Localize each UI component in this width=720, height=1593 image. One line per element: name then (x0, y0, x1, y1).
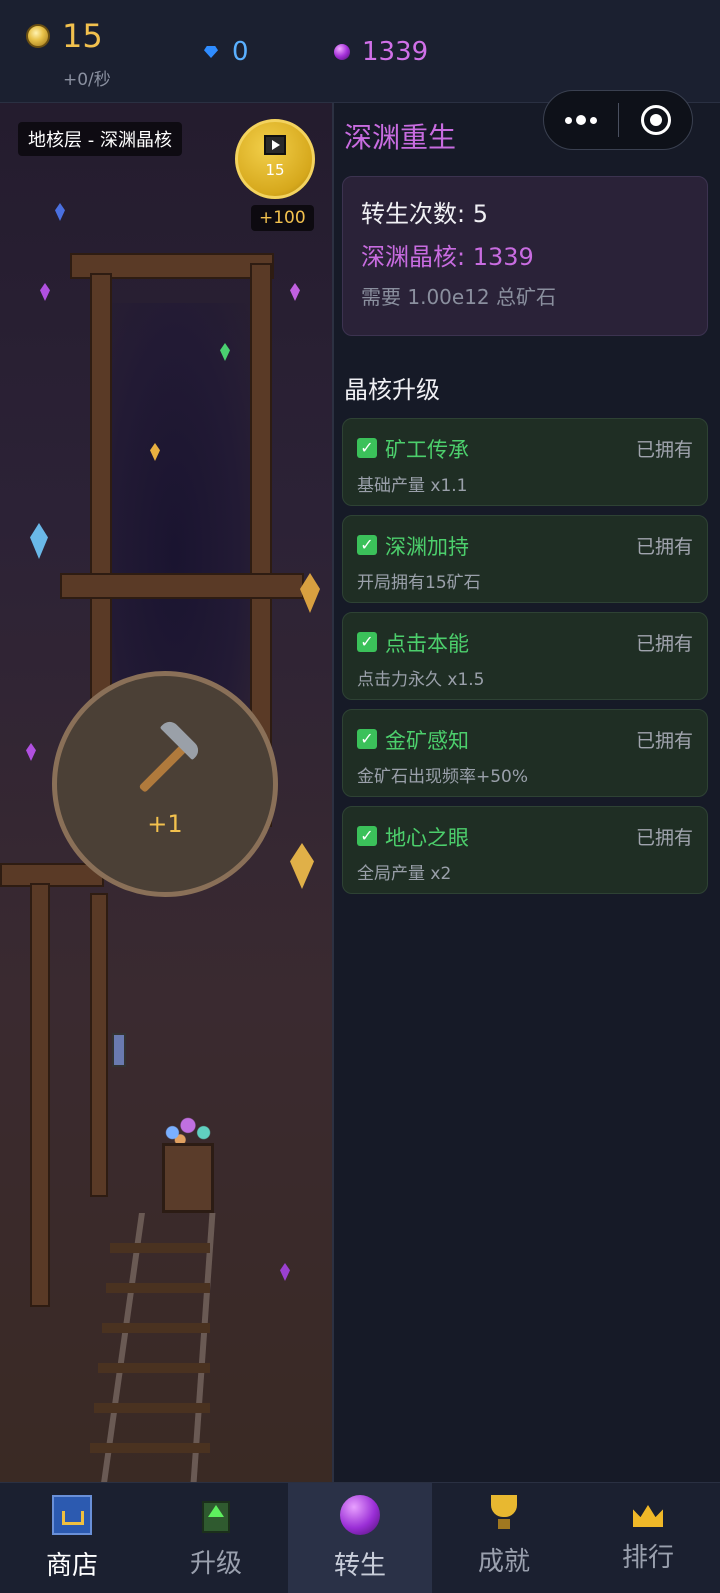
upgrade-name: 点击本能 (385, 632, 469, 656)
rail-tie (110, 1243, 210, 1253)
rebirth-card: 转生次数: 5 深渊晶核: 1339 需要 1.00e12 总矿石 (342, 176, 708, 336)
abyss-core-total: 深渊晶核: 1339 (361, 243, 534, 271)
rail-tie (90, 1443, 210, 1453)
gold-value: 15 (62, 17, 103, 55)
rebirth-count: 转生次数: 5 (361, 200, 488, 228)
crystal-gold (290, 843, 314, 889)
checkmark-icon: ✓ (357, 826, 377, 846)
tap-gain: +1 (147, 810, 183, 838)
upgrade-card[interactable]: ✓ 地心之眼 已拥有 全局产量 x2 (342, 806, 708, 894)
mine-tap-button[interactable]: +1 (52, 671, 278, 897)
tab-shop[interactable]: 商店 (0, 1483, 144, 1593)
rebirth-requirement: 需要 1.00e12 总矿石 (361, 285, 556, 309)
rail-tie (102, 1323, 210, 1333)
gem-counter: 0 (204, 37, 249, 67)
gold-ore-icon (26, 24, 50, 48)
rail-tie (94, 1403, 210, 1413)
upgrade-status: 已拥有 (635, 827, 693, 849)
gold-counter: 15 (26, 18, 103, 54)
resource-bar: 15 +0/秒 0 1339 (0, 0, 720, 103)
upgrade-name: 矿工传承 (385, 438, 469, 462)
upgrade-status: 已拥有 (635, 633, 693, 655)
more-menu-button[interactable] (544, 91, 618, 149)
upgrade-card[interactable]: ✓ 金矿感知 已拥有 金矿石出现频率+50% (342, 709, 708, 797)
target-circle-icon (640, 105, 671, 135)
crystal-purple (26, 743, 36, 761)
trophy-icon (491, 1495, 517, 1531)
rail-tie (106, 1283, 210, 1293)
upgrade-card[interactable]: ✓ 深渊加持 已拥有 开局拥有15矿石 (342, 515, 708, 603)
shop-cart-icon (52, 1495, 92, 1535)
upgrade-desc: 基础产量 x1.1 (357, 476, 468, 496)
video-play-icon (264, 135, 286, 155)
bottom-tab-bar: 商店 升级 转生 成就 排行 (0, 1482, 720, 1593)
zone-label: 地核层 - 深渊晶核 (18, 122, 182, 156)
tab-label: 商店 (45, 1551, 98, 1581)
tab-label: 排行 (621, 1543, 674, 1573)
upgrade-arrow-icon (202, 1501, 230, 1533)
upgrade-status: 已拥有 (635, 439, 693, 461)
upgrade-desc: 全局产量 x2 (357, 864, 452, 884)
crown-icon (633, 1505, 663, 1527)
cart-gems (162, 1111, 214, 1147)
crystal-purple (290, 283, 300, 301)
upgrade-card[interactable]: ✓ 点击本能 已拥有 点击力永久 x1.5 (342, 612, 708, 700)
mine-post (90, 893, 108, 1197)
upgrade-desc: 开局拥有15矿石 (357, 573, 481, 593)
upgrade-name: 深渊加持 (385, 535, 469, 559)
more-dots-icon-center (576, 115, 586, 125)
upgrade-desc: 金矿石出现频率+50% (357, 767, 529, 787)
rail (101, 1213, 145, 1482)
more-dots-icon (565, 116, 572, 124)
mine-beam (60, 573, 304, 599)
watch-video-button[interactable]: 15 (235, 119, 315, 199)
tab-label: 转生 (333, 1551, 386, 1581)
gold-rate: +0/秒 (63, 70, 111, 90)
rail-tie (98, 1363, 210, 1373)
mine-post (30, 883, 50, 1307)
mine-scene: 地核层 - 深渊晶核 15 +100 +1 (0, 103, 334, 1482)
crystal-cyan (30, 523, 48, 559)
upgrade-desc: 点击力永久 x1.5 (357, 670, 485, 690)
miniprogram-capsule (543, 90, 693, 150)
panel-title: 深渊重生 (344, 121, 457, 154)
mine-cart (162, 1143, 214, 1213)
tab-achievements[interactable]: 成就 (432, 1483, 576, 1593)
pickaxe-icon (130, 717, 203, 796)
diamond-icon (204, 46, 218, 58)
checkmark-icon: ✓ (357, 632, 377, 652)
crystal-purple (280, 1263, 290, 1281)
checkmark-icon: ✓ (357, 438, 377, 458)
checkmark-icon: ✓ (357, 729, 377, 749)
rail (190, 1213, 216, 1482)
crystal-blue (55, 203, 65, 221)
tab-rebirth[interactable]: 转生 (288, 1483, 432, 1593)
upgrade-name: 地心之眼 (385, 826, 469, 850)
crystal-purple (40, 283, 50, 301)
upgrade-status: 已拥有 (635, 730, 693, 752)
video-bonus: +100 (251, 205, 314, 231)
purple-orb-icon (334, 44, 350, 60)
tab-upgrade[interactable]: 升级 (144, 1483, 288, 1593)
section-title: 晶核升级 (344, 376, 440, 404)
tab-label: 升级 (189, 1549, 242, 1579)
lantern (112, 1033, 126, 1067)
gem-value: 0 (232, 37, 249, 67)
upgrade-card[interactable]: ✓ 矿工传承 已拥有 基础产量 x1.1 (342, 418, 708, 506)
more-dots-icon-right (590, 116, 597, 124)
tab-leaderboard[interactable]: 排行 (576, 1483, 720, 1593)
abyss-core-counter: 1339 (334, 37, 428, 67)
tab-label: 成就 (477, 1547, 530, 1577)
purple-orb-icon (340, 1495, 380, 1535)
video-count: 15 (265, 161, 285, 179)
checkmark-icon: ✓ (357, 535, 377, 555)
upgrade-status: 已拥有 (635, 536, 693, 558)
close-miniprogram-button[interactable] (619, 105, 692, 135)
upgrade-name: 金矿感知 (385, 729, 469, 753)
abyss-core-value: 1339 (362, 37, 429, 67)
